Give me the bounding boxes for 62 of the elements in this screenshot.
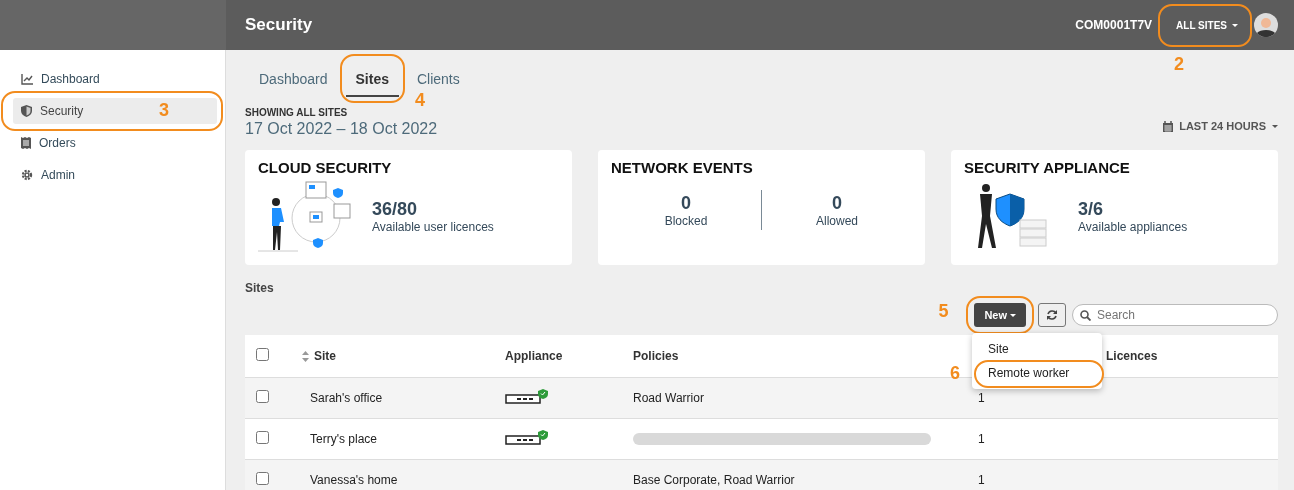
table-cell: 1 bbox=[978, 473, 985, 487]
refresh-icon bbox=[1046, 309, 1058, 321]
stat-value: 0 bbox=[680, 192, 692, 214]
select-all-checkbox[interactable] bbox=[256, 348, 269, 361]
gear-icon bbox=[21, 169, 33, 181]
card-title: NETWORK EVENTS bbox=[611, 159, 754, 176]
table-cell: Vanessa's home bbox=[310, 473, 398, 487]
sort-icon[interactable] bbox=[302, 350, 309, 362]
row-checkbox[interactable] bbox=[256, 472, 269, 485]
row-checkbox[interactable] bbox=[256, 431, 269, 444]
avatar-icon[interactable] bbox=[1254, 13, 1278, 37]
sidebar-item[interactable]: Dashboard bbox=[13, 66, 217, 92]
date-range: 17 Oct 2022 – 18 Oct 2022 bbox=[245, 120, 438, 138]
menu-item[interactable]: Site bbox=[972, 337, 1102, 361]
stat-value: 0 bbox=[831, 192, 843, 214]
search-icon bbox=[1080, 310, 1091, 321]
stat-value: 3/6 bbox=[1078, 198, 1105, 220]
table-cell: 1 bbox=[978, 391, 985, 405]
stat-caption: Allowed bbox=[815, 213, 859, 228]
callout-number: 4 bbox=[414, 90, 425, 111]
sidebar-item[interactable]: Admin bbox=[13, 162, 217, 188]
range-caption: SHOWING ALL SITES bbox=[245, 107, 349, 118]
table-cell: 1 bbox=[978, 432, 985, 446]
caret-icon bbox=[1272, 124, 1278, 128]
tab[interactable]: Sites bbox=[345, 66, 399, 97]
row-checkbox[interactable] bbox=[256, 390, 269, 403]
card-title: CLOUD SECURITY bbox=[258, 159, 393, 176]
table-cell: Sarah's office bbox=[310, 391, 383, 405]
page-title: Security bbox=[245, 15, 314, 35]
column-header: Appliance bbox=[505, 349, 563, 363]
callout-number: 2 bbox=[1174, 53, 1185, 75]
sidebar-item[interactable]: Orders bbox=[13, 130, 217, 156]
period-picker[interactable]: LAST 24 HOURS bbox=[1163, 120, 1278, 132]
shield-icon bbox=[21, 105, 32, 117]
refresh-button[interactable] bbox=[1038, 303, 1066, 327]
section-title: Sites bbox=[245, 281, 275, 295]
calendar-icon bbox=[1163, 120, 1174, 132]
table-cell: Terry's place bbox=[310, 432, 377, 446]
stat-caption: Available user licences bbox=[372, 219, 494, 234]
account-id: COM0001T7V bbox=[1075, 18, 1153, 32]
tab[interactable]: Dashboard bbox=[249, 66, 338, 97]
chart-icon bbox=[21, 73, 33, 85]
caret-icon bbox=[1232, 23, 1238, 27]
site-picker[interactable]: ALL SITES bbox=[1168, 13, 1246, 37]
caret-icon bbox=[1010, 313, 1016, 317]
column-header: Site bbox=[314, 349, 336, 363]
callout-number: 3 bbox=[159, 100, 169, 121]
stat-caption: Available appliances bbox=[1078, 219, 1188, 234]
column-header: Policies bbox=[633, 349, 679, 363]
callout-number: 6 bbox=[950, 363, 960, 384]
stat-caption: Blocked bbox=[663, 213, 709, 228]
highlight-ring bbox=[339, 54, 405, 103]
table-cell: Base Corporate, Road Warrior bbox=[633, 473, 795, 487]
stat-value: 36/80 bbox=[372, 198, 419, 220]
receipt-icon bbox=[21, 137, 31, 149]
column-header: Licences bbox=[1105, 349, 1158, 363]
new-button[interactable]: New bbox=[974, 303, 1026, 327]
table-cell: Road Warrior bbox=[633, 391, 704, 405]
search-field[interactable]: Search bbox=[1072, 304, 1278, 326]
card-title: SECURITY APPLIANCE bbox=[964, 159, 1131, 176]
menu-item[interactable]: Remote worker bbox=[972, 361, 1102, 385]
callout-number: 5 bbox=[938, 301, 949, 322]
